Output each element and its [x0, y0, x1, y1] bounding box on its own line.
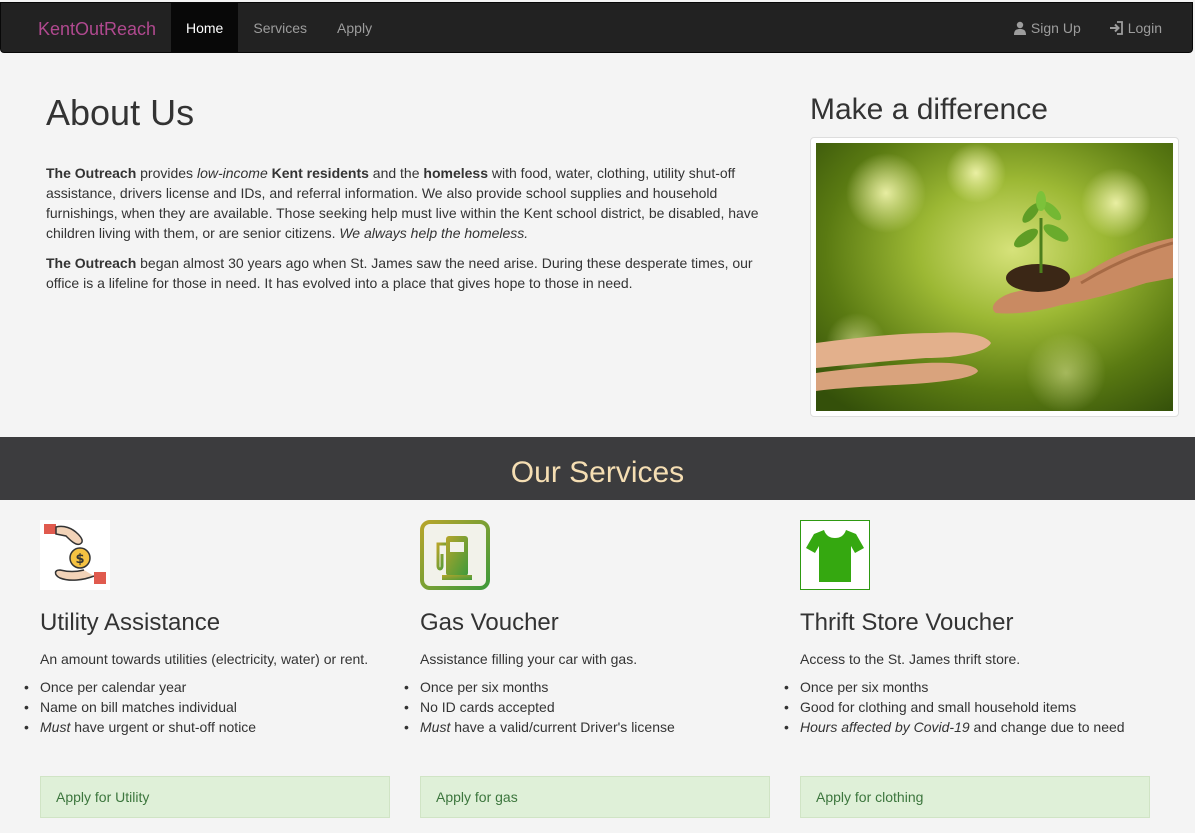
- service-description: An amount towards utilities (electricity…: [40, 651, 369, 667]
- make-difference-title: Make a difference: [810, 93, 1048, 126]
- text-span: and the: [368, 165, 424, 181]
- about-text: The Outreach provides low-income Kent re…: [46, 163, 770, 303]
- nav-home-link[interactable]: Home: [171, 3, 239, 53]
- main-nav: Home Services Apply: [171, 3, 387, 53]
- user-icon: [1013, 21, 1026, 35]
- service-utility: $ Utility Assistance An amount towards u…: [24, 520, 390, 818]
- service-title: Utility Assistance: [40, 609, 221, 636]
- text-span: provides: [136, 165, 197, 181]
- homeless-bold: homeless: [423, 165, 488, 181]
- service-description: Access to the St. James thrift store.: [800, 651, 1021, 667]
- requirement-rest: and change due to need: [969, 719, 1125, 735]
- low-income-italic: low-income: [196, 165, 268, 181]
- service-description: Assistance filling your car with gas.: [420, 651, 638, 667]
- nav-services-link[interactable]: Services: [238, 3, 322, 53]
- requirement-item: No ID cards accepted: [404, 697, 770, 717]
- money-hand-icon: $: [40, 520, 110, 590]
- about-paragraph-2: The Outreach began almost 30 years ago w…: [46, 253, 770, 293]
- signup-label: Sign Up: [1030, 20, 1081, 36]
- apply-gas-button[interactable]: Apply for gas: [420, 776, 770, 818]
- login-link[interactable]: Login: [1095, 3, 1176, 53]
- requirement-rest: have a valid/current Driver's license: [450, 719, 675, 735]
- service-thrift: Thrift Store Voucher Access to the St. J…: [784, 520, 1150, 818]
- requirement-item: Good for clothing and small household it…: [784, 697, 1150, 717]
- requirement-item: Name on bill matches individual: [24, 697, 390, 717]
- service-requirements: Once per calendar year Name on bill matc…: [24, 677, 390, 737]
- login-label: Login: [1127, 20, 1162, 36]
- services-heading: Our Services: [510, 456, 685, 489]
- requirement-item: Once per six months: [784, 677, 1150, 697]
- service-title: Gas Voucher: [420, 609, 559, 636]
- svg-text:$: $: [75, 552, 84, 567]
- emphasis-text: Must: [40, 719, 71, 735]
- requirement-item: Once per calendar year: [24, 677, 390, 697]
- hands-plant-illustration: [816, 143, 1173, 411]
- requirement-item: Hours affected by Covid-19 and change du…: [784, 717, 1150, 737]
- about-paragraph-1: The Outreach provides low-income Kent re…: [46, 163, 770, 243]
- outreach-bold: The Outreach: [46, 255, 137, 271]
- requirement-rest: have urgent or shut-off notice: [70, 719, 257, 735]
- requirement-item: Must have urgent or shut-off notice: [24, 717, 390, 737]
- kent-residents-bold: Kent residents: [271, 165, 369, 181]
- emphasis-text: Hours affected by Covid-19: [800, 719, 970, 735]
- apply-clothing-button[interactable]: Apply for clothing: [800, 776, 1150, 818]
- apply-utility-button[interactable]: Apply for Utility: [40, 776, 390, 818]
- hands-plant-image: [810, 137, 1179, 417]
- services-banner: Our Services: [0, 437, 1195, 500]
- login-icon: [1109, 21, 1123, 35]
- requirement-item: Once per six months: [404, 677, 770, 697]
- outreach-bold: The Outreach: [46, 165, 137, 181]
- top-navbar: KentOutReach Home Services Apply Sign Up…: [0, 2, 1193, 53]
- requirement-item: Must have a valid/current Driver's licen…: [404, 717, 770, 737]
- about-title: About Us: [46, 92, 195, 133]
- tshirt-icon: [800, 520, 870, 590]
- nav-apply-link[interactable]: Apply: [322, 3, 387, 53]
- text-span: began almost 30 years ago when St. James…: [46, 255, 753, 291]
- service-title: Thrift Store Voucher: [800, 609, 1014, 636]
- signup-link[interactable]: Sign Up: [999, 3, 1095, 53]
- always-help-italic: We always help the homeless.: [339, 225, 529, 241]
- account-nav: Sign Up Login: [999, 3, 1176, 53]
- service-requirements: Once per six months Good for clothing an…: [784, 677, 1150, 737]
- emphasis-text: Must: [420, 719, 451, 735]
- service-requirements: Once per six months No ID cards accepted…: [404, 677, 770, 737]
- service-gas: Gas Voucher Assistance filling your car …: [404, 520, 770, 818]
- brand-logo-link[interactable]: KentOutReach: [38, 19, 156, 40]
- gas-pump-icon: [420, 520, 490, 590]
